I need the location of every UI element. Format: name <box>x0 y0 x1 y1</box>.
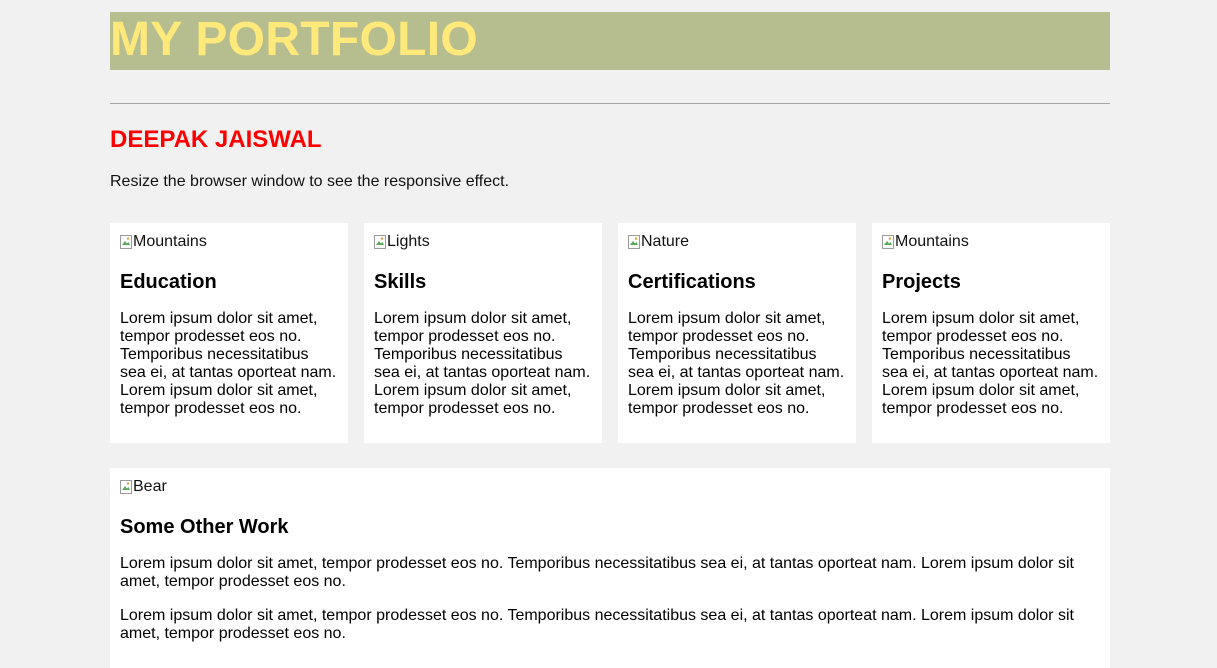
broken-image-icon <box>120 480 132 494</box>
image-alt-text: Lights <box>387 233 430 250</box>
card-image: Mountains <box>882 233 1100 251</box>
header-banner: MY PORTFOLIO <box>110 12 1110 70</box>
card-image: Mountains <box>120 233 338 251</box>
image-alt-text: Mountains <box>895 233 969 250</box>
image-alt-text: Nature <box>641 233 690 250</box>
card-projects: Mountains Projects Lorem ipsum dolor sit… <box>872 223 1110 443</box>
card-heading: Projects <box>882 271 961 293</box>
card-text: Lorem ipsum dolor sit amet, tempor prode… <box>120 310 337 417</box>
image-alt-text: Bear <box>133 478 167 495</box>
card-heading: Certifications <box>628 271 756 293</box>
card-education: Mountains Education Lorem ipsum dolor si… <box>110 223 348 443</box>
card-text: Lorem ipsum dolor sit amet, tempor prode… <box>628 310 845 417</box>
card-row: Mountains Education Lorem ipsum dolor si… <box>110 223 1110 443</box>
broken-image-icon <box>628 235 640 249</box>
card-text: Lorem ipsum dolor sit amet, tempor prode… <box>120 607 1074 642</box>
image-alt-text: Mountains <box>133 233 207 250</box>
divider <box>110 103 1110 104</box>
card-certifications: Nature Certifications Lorem ipsum dolor … <box>618 223 856 443</box>
card-image: Bear <box>120 478 1100 496</box>
page-title: MY PORTFOLIO <box>110 13 479 66</box>
broken-image-icon <box>120 235 132 249</box>
profile-name: DEEPAK JAISWAL <box>110 126 322 153</box>
broken-image-icon <box>374 235 386 249</box>
card-text: Lorem ipsum dolor sit amet, tempor prode… <box>120 555 1074 590</box>
card-heading: Some Other Work <box>120 516 289 538</box>
card-heading: Education <box>120 271 217 293</box>
card-other-work: Bear Some Other Work Lorem ipsum dolor s… <box>110 468 1110 668</box>
card-image: Lights <box>374 233 592 251</box>
card-image: Nature <box>628 233 846 251</box>
page-container: MY PORTFOLIO DEEPAK JAISWAL Resize the b… <box>110 12 1110 668</box>
broken-image-icon <box>882 235 894 249</box>
card-skills: Lights Skills Lorem ipsum dolor sit amet… <box>364 223 602 443</box>
intro-text: Resize the browser window to see the res… <box>110 173 510 190</box>
card-text: Lorem ipsum dolor sit amet, tempor prode… <box>882 310 1099 417</box>
card-text: Lorem ipsum dolor sit amet, tempor prode… <box>374 310 591 417</box>
card-heading: Skills <box>374 271 427 293</box>
